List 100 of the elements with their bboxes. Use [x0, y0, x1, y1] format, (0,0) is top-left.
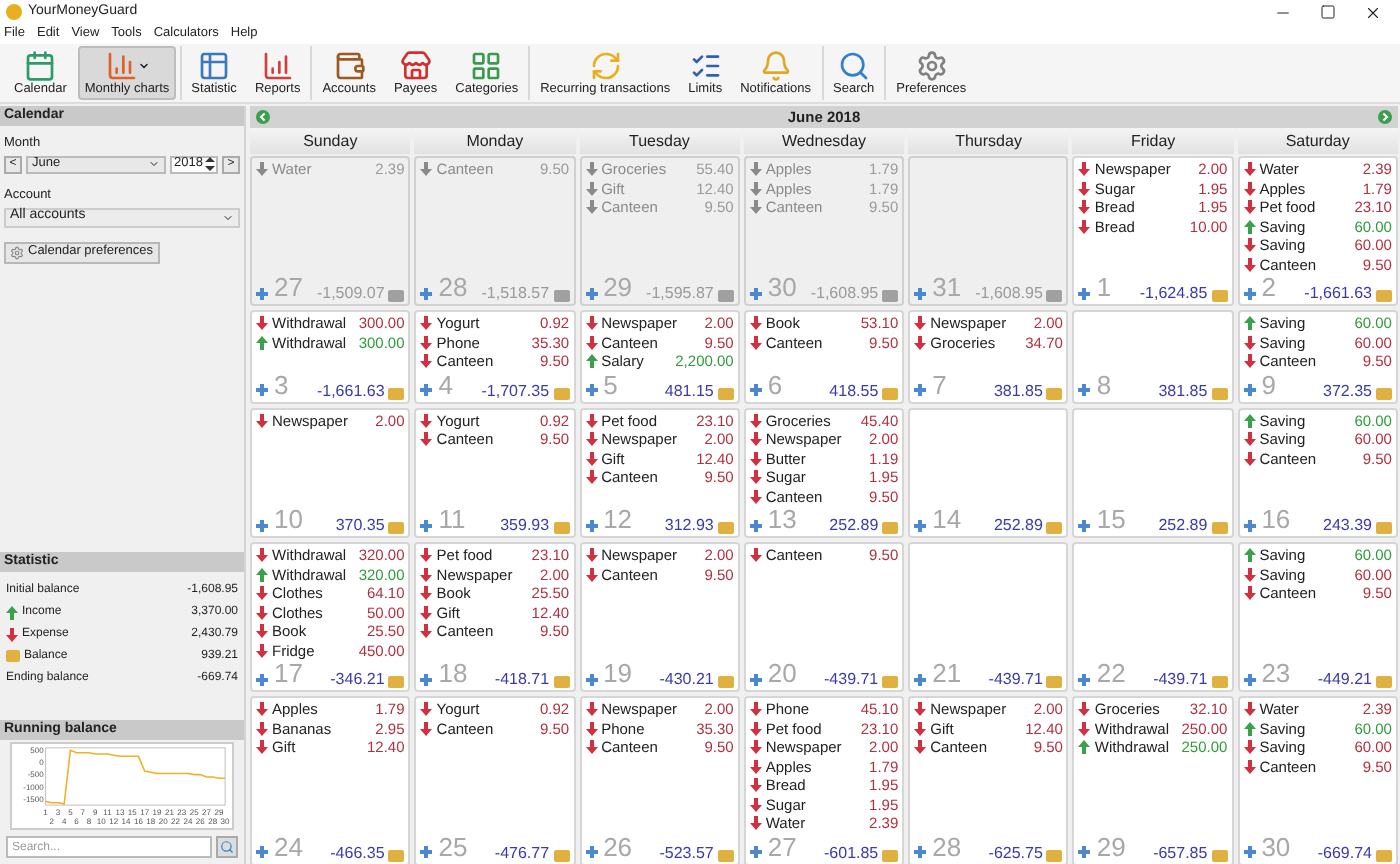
add-icon[interactable]	[1243, 846, 1256, 858]
day-balance: 252.89	[993, 516, 1043, 534]
caret-icon	[222, 211, 234, 223]
day-balance: 312.93	[664, 516, 714, 534]
day-number: 28	[932, 833, 962, 861]
search-button[interactable]	[216, 836, 238, 858]
app-logo-icon	[6, 4, 22, 20]
add-icon[interactable]	[585, 287, 598, 299]
day-balance: -1,707.35	[481, 381, 550, 399]
add-icon[interactable]	[256, 673, 268, 685]
previous-month-icon[interactable]	[256, 110, 270, 124]
add-icon[interactable]	[585, 673, 598, 685]
day-balance: -449.21	[1317, 670, 1372, 688]
bell-icon	[759, 50, 792, 82]
add-icon[interactable]	[914, 287, 927, 299]
add-icon[interactable]	[585, 846, 598, 858]
add-icon[interactable]	[256, 384, 268, 396]
close-icon[interactable]	[1364, 3, 1382, 21]
add-icon[interactable]	[420, 384, 433, 396]
add-icon[interactable]	[914, 384, 927, 396]
add-icon[interactable]	[585, 384, 598, 396]
add-icon[interactable]	[749, 287, 762, 299]
down-arrow-icon	[420, 162, 433, 177]
day-balance: -346.21	[330, 670, 385, 688]
add-icon[interactable]	[914, 673, 927, 685]
add-icon[interactable]	[420, 287, 433, 299]
day-number: 4	[438, 371, 454, 399]
day-number: 31	[932, 274, 962, 302]
checklist-icon	[689, 50, 722, 82]
weekday-header: Thursday	[908, 128, 1069, 154]
add-icon[interactable]	[1078, 287, 1091, 299]
add-icon[interactable]	[914, 519, 927, 531]
day-number: 28	[438, 274, 468, 302]
day-number: 19	[603, 660, 633, 688]
day-balance: -1,661.63	[1304, 284, 1372, 302]
day-number: 29	[1096, 833, 1126, 861]
add-icon[interactable]	[1078, 384, 1091, 396]
day-balance: -523.57	[659, 843, 714, 861]
down-arrow-icon	[1243, 702, 1256, 717]
add-icon[interactable]	[585, 519, 598, 531]
day-cell[interactable]: 21 -439.71	[908, 542, 1069, 692]
refresh-icon	[589, 50, 622, 82]
spinner-arrows-icon[interactable]	[204, 156, 216, 173]
day-balance: -439.71	[988, 670, 1043, 688]
day-number: 20	[767, 660, 797, 688]
add-icon[interactable]	[256, 519, 268, 531]
day-balance: -625.75	[988, 843, 1043, 861]
add-icon[interactable]	[749, 846, 762, 858]
add-icon[interactable]	[420, 673, 433, 685]
add-icon[interactable]	[749, 673, 762, 685]
add-icon[interactable]	[1078, 519, 1091, 531]
add-icon[interactable]	[420, 519, 433, 531]
day-balance: 381.85	[993, 381, 1043, 399]
add-icon[interactable]	[420, 846, 433, 858]
dropdown-caret-icon[interactable]	[137, 60, 150, 72]
add-icon[interactable]	[1243, 384, 1256, 396]
day-cell[interactable]: 22 -439.71	[1072, 542, 1234, 692]
day-cell[interactable]: 8 381.85	[1072, 310, 1234, 403]
add-icon[interactable]	[749, 384, 762, 396]
day-balance: 252.89	[1158, 516, 1208, 534]
up-arrow-icon	[1243, 316, 1256, 331]
day-number: 8	[1096, 371, 1112, 399]
weekday-header: Saturday	[1237, 128, 1398, 154]
add-icon[interactable]	[256, 287, 268, 299]
down-arrow-icon	[749, 548, 762, 563]
add-icon[interactable]	[1078, 846, 1091, 858]
day-number: 13	[767, 506, 797, 534]
up-arrow-icon	[1078, 740, 1091, 755]
day-cell[interactable]: 14 252.89	[908, 407, 1069, 538]
day-number: 3	[274, 371, 289, 399]
day-number: 17	[274, 660, 303, 688]
day-number: 27	[767, 833, 797, 861]
add-icon[interactable]	[256, 846, 268, 858]
add-icon[interactable]	[1078, 673, 1091, 685]
day-number: 30	[1261, 833, 1291, 861]
next-month-icon[interactable]	[1378, 110, 1392, 124]
day-cell[interactable]: 15 252.89	[1072, 407, 1234, 538]
up-arrow-icon	[1243, 548, 1256, 563]
day-balance: 418.55	[829, 381, 879, 399]
table-icon	[198, 50, 231, 82]
add-icon[interactable]	[1243, 673, 1256, 685]
settings-icon	[915, 50, 948, 82]
day-number: 6	[767, 371, 783, 399]
day-number: 1	[1096, 274, 1112, 302]
day-number: 29	[603, 274, 633, 302]
add-icon[interactable]	[914, 846, 927, 858]
down-arrow-icon	[256, 316, 268, 331]
day-balance: -1,518.57	[481, 284, 550, 302]
add-icon[interactable]	[1243, 519, 1256, 531]
day-balance: -476.77	[494, 843, 550, 861]
day-balance: 252.89	[829, 516, 879, 534]
day-balance: -669.74	[1317, 843, 1372, 861]
add-icon[interactable]	[749, 519, 762, 531]
add-icon[interactable]	[1243, 287, 1256, 299]
day-balance: -1,509.07	[316, 284, 385, 302]
maximize-icon[interactable]	[1320, 4, 1336, 20]
day-balance: 359.93	[500, 516, 550, 534]
day-balance: 372.35	[1323, 381, 1372, 399]
day-balance: 243.39	[1323, 516, 1372, 534]
day-balance: 370.35	[335, 516, 385, 534]
